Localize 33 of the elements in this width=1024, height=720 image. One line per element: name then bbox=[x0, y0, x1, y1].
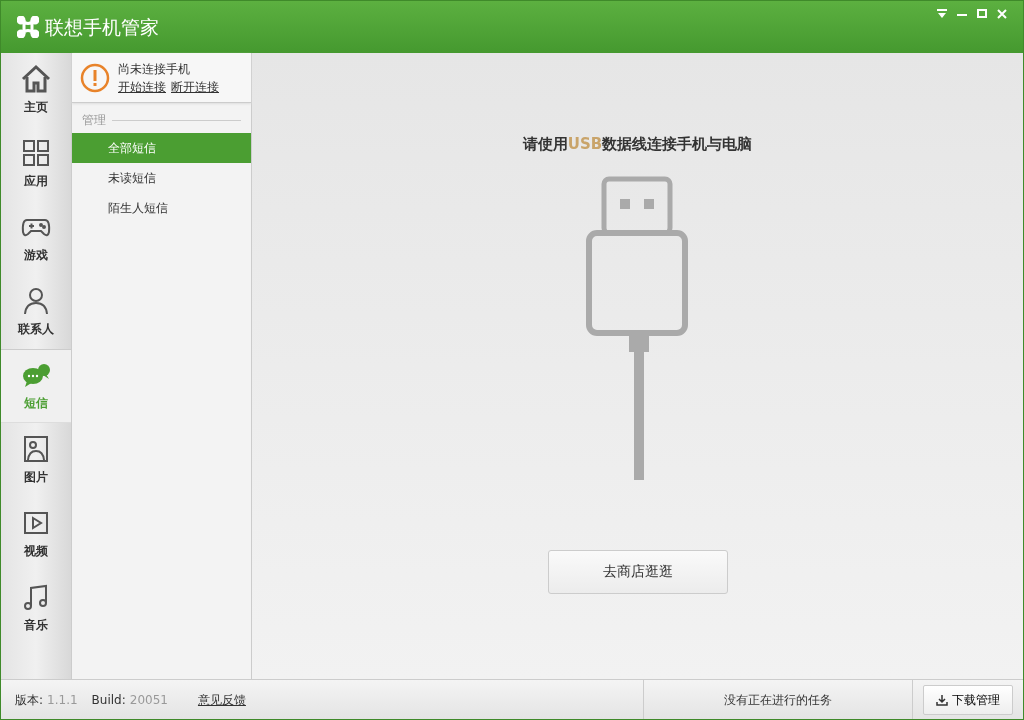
nav-tab[interactable]: 游戏 bbox=[1, 201, 71, 275]
feedback-link[interactable]: 意见反馈 bbox=[197, 690, 246, 709]
nav-tab[interactable]: 视频 bbox=[1, 497, 71, 571]
version-number: 1.1.1 bbox=[47, 691, 78, 709]
submenu-item[interactable]: 未读短信 bbox=[72, 163, 251, 193]
dropdown-icon[interactable] bbox=[937, 9, 947, 19]
nav-tab[interactable]: 图片 bbox=[1, 423, 71, 497]
download-manager-button[interactable]: 下载管理 bbox=[923, 684, 1013, 715]
connection-link[interactable]: 开始连接 bbox=[118, 79, 166, 94]
home-icon bbox=[21, 64, 51, 94]
build-label: Build: bbox=[91, 691, 126, 709]
connection-status: 尚未连接手机 bbox=[118, 60, 191, 78]
picture-icon bbox=[21, 434, 51, 464]
nav-tab[interactable]: 联系人 bbox=[1, 275, 71, 349]
shop-button[interactable]: 去商店逛逛 bbox=[547, 549, 728, 594]
section-heading: 管理 bbox=[82, 112, 106, 129]
submenu-item[interactable]: 陌生人短信 bbox=[72, 193, 251, 223]
person-icon bbox=[21, 286, 51, 316]
instruction-text: 请使用USB数据线连接手机与电脑 bbox=[522, 134, 753, 155]
warning-icon bbox=[80, 62, 110, 93]
download-icon bbox=[936, 693, 948, 706]
build-number: 20051 bbox=[129, 691, 168, 709]
grid-icon bbox=[21, 138, 51, 168]
version-label: 版本: bbox=[15, 691, 44, 709]
logo-icon bbox=[17, 16, 39, 38]
connection-link[interactable]: 断开连接 bbox=[171, 79, 219, 94]
nav-tab[interactable]: 主页 bbox=[1, 53, 71, 127]
nav-tab[interactable]: 应用 bbox=[1, 127, 71, 201]
close-icon[interactable] bbox=[997, 9, 1007, 19]
window-title: 联想手机管家 bbox=[45, 14, 159, 40]
maximize-icon[interactable] bbox=[977, 9, 987, 19]
nav-tab[interactable]: 音乐 bbox=[1, 571, 71, 645]
task-status: 没有正在进行的任务 bbox=[724, 691, 832, 709]
